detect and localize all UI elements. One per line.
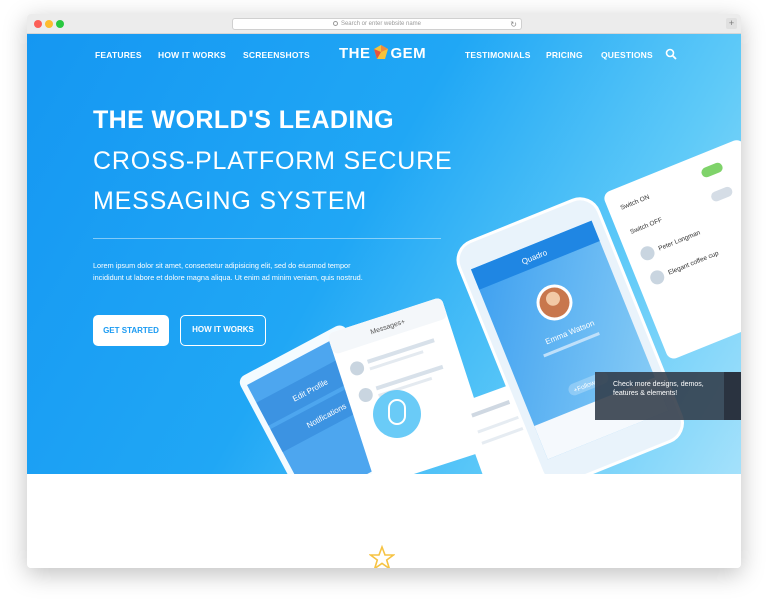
close-window-button[interactable] <box>34 20 42 28</box>
reload-icon[interactable]: ↻ <box>510 20 517 29</box>
gem-logo-icon <box>373 45 388 59</box>
site-logo[interactable]: THE GEM <box>339 44 426 62</box>
nav-features[interactable]: FEATURES <box>95 50 142 60</box>
nav-how-it-works[interactable]: HOW IT WORKS <box>158 50 226 60</box>
new-tab-button[interactable]: + <box>726 18 737 29</box>
promo-banner[interactable]: Check more designs, demos, features & el… <box>595 372 725 420</box>
promo-line1: Check more designs, demos, <box>613 381 704 388</box>
star-icon <box>369 545 395 568</box>
how-it-works-button[interactable]: HOW IT WORKS <box>180 315 266 346</box>
promo-side-panel[interactable] <box>724 372 741 420</box>
logo-text-right: GEM <box>390 45 427 62</box>
nav-screenshots[interactable]: SCREENSHOTS <box>243 50 310 60</box>
hero-divider <box>93 238 441 239</box>
hero-title: THE WORLD'S LEADING <box>93 106 395 134</box>
content-section <box>27 474 741 568</box>
hero-section: Edit Profile Notifications Messages+ Qua… <box>27 34 741 474</box>
minimize-window-button[interactable] <box>45 20 53 28</box>
browser-titlebar: Search or enter website name ↻ + <box>27 14 741 34</box>
hero-subtitle-line1: CROSS-PLATFORM SECURE <box>93 147 453 175</box>
search-icon[interactable] <box>665 48 677 60</box>
hero-paragraph: Lorem ipsum dolor sit amet, consectetur … <box>93 261 363 282</box>
promo-line2: features & elements! <box>613 390 678 397</box>
search-icon <box>332 20 338 26</box>
maximize-window-button[interactable] <box>56 20 64 28</box>
nav-questions[interactable]: QUESTIONS <box>601 50 653 60</box>
nav-pricing[interactable]: PRICING <box>546 50 583 60</box>
get-started-button[interactable]: GET STARTED <box>93 315 169 346</box>
nav-testimonials[interactable]: TESTIMONIALS <box>465 50 531 60</box>
address-placeholder: Search or enter website name <box>340 21 422 27</box>
address-bar[interactable]: Search or enter website name ↻ <box>232 18 522 30</box>
browser-window: Search or enter website name ↻ + Edit Pr… <box>27 14 741 568</box>
logo-text-left: THE <box>339 45 371 62</box>
hero-subtitle-line2: MESSAGING SYSTEM <box>93 187 367 215</box>
